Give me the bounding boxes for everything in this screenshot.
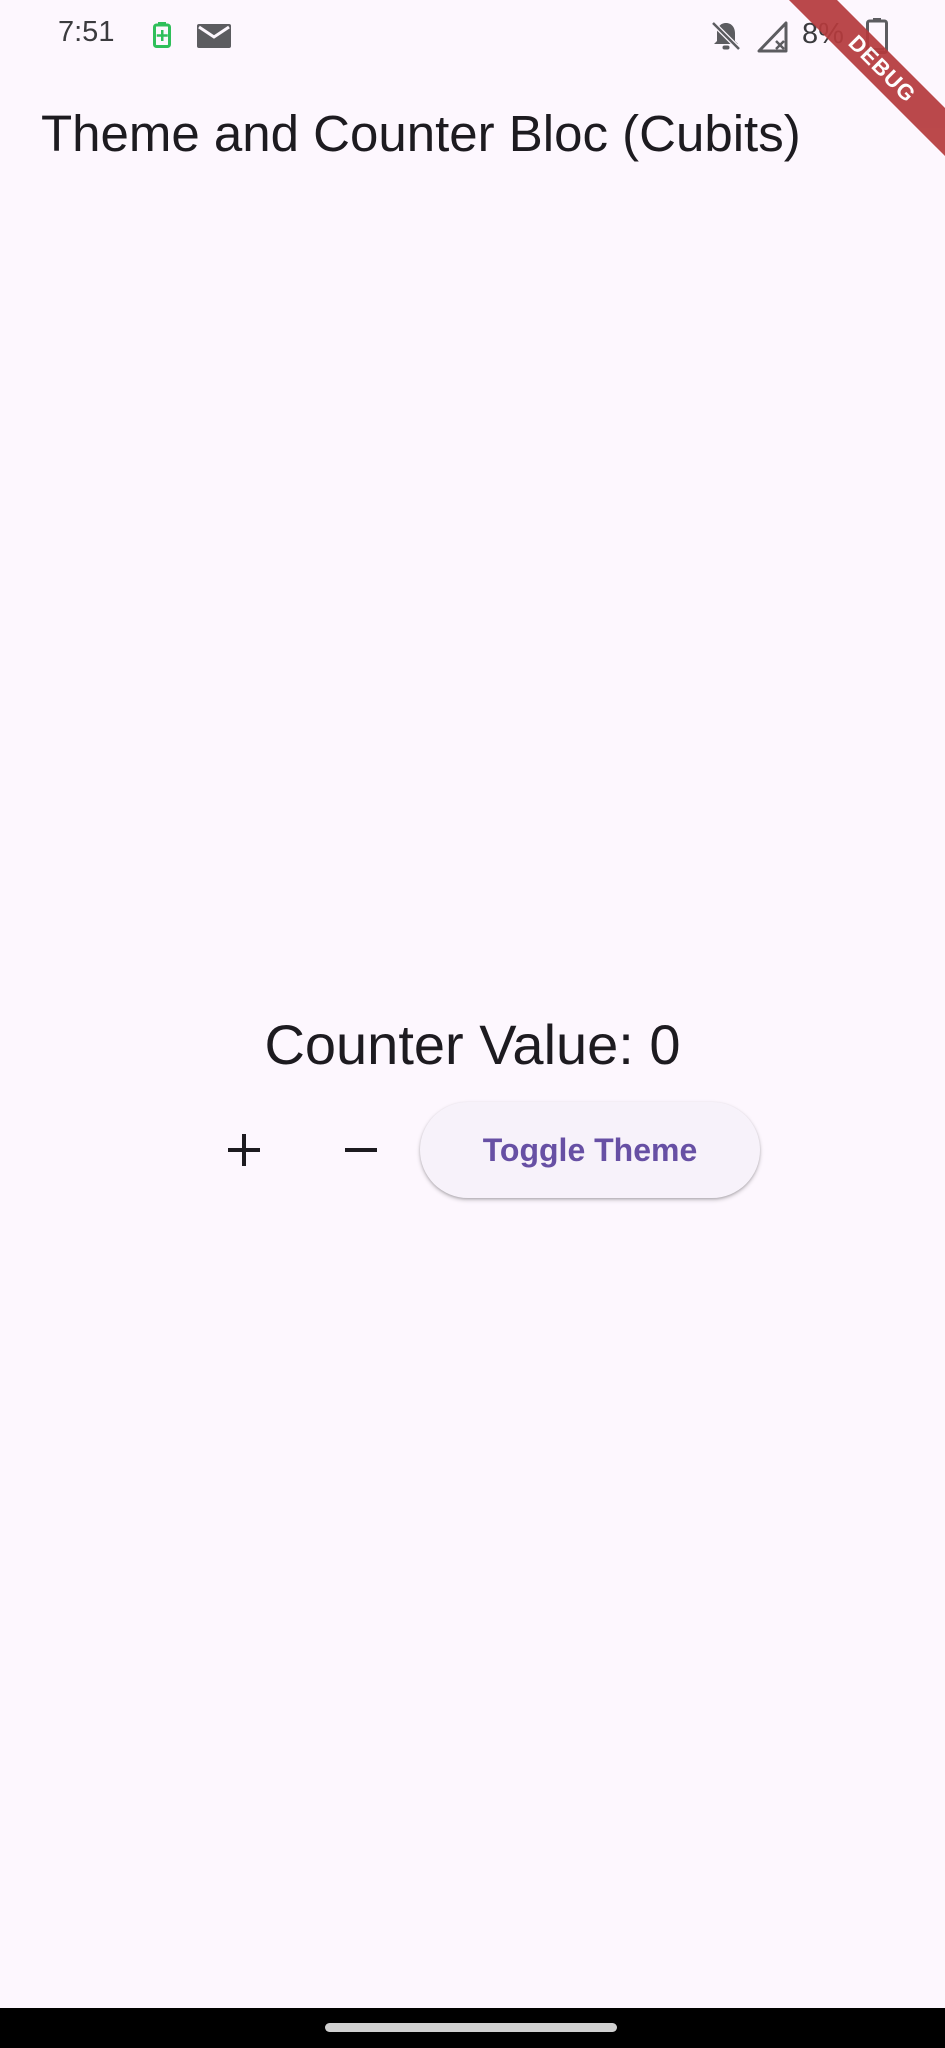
battery-saver-icon (153, 22, 171, 48)
status-time: 7:51 (58, 16, 115, 48)
add-icon (228, 1134, 260, 1166)
signal-icon (757, 21, 788, 53)
toggle-theme-label: Toggle Theme (482, 1131, 698, 1168)
home-gesture-handle[interactable] (325, 2023, 617, 2032)
increment-button[interactable] (196, 1102, 292, 1198)
decrement-button[interactable] (313, 1102, 409, 1198)
battery-icon (866, 18, 888, 54)
status-bar: 7:51 8% (0, 0, 945, 72)
remove-icon (345, 1148, 377, 1152)
counter-value-text: Counter Value: 0 (264, 1013, 681, 1076)
system-navigation-bar (0, 2008, 945, 2048)
bell-off-icon (711, 21, 741, 51)
app-screen: 7:51 8% DEBUG Theme and Counter Bloc (Cu… (0, 0, 945, 2048)
battery-percent: 8% (802, 18, 844, 50)
toggle-theme-button[interactable]: Toggle Theme (420, 1102, 760, 1198)
mail-icon (197, 24, 231, 48)
counter-actions-row: Toggle Theme (0, 1100, 945, 1200)
app-bar-title: Theme and Counter Bloc (Cubits) (41, 105, 801, 162)
